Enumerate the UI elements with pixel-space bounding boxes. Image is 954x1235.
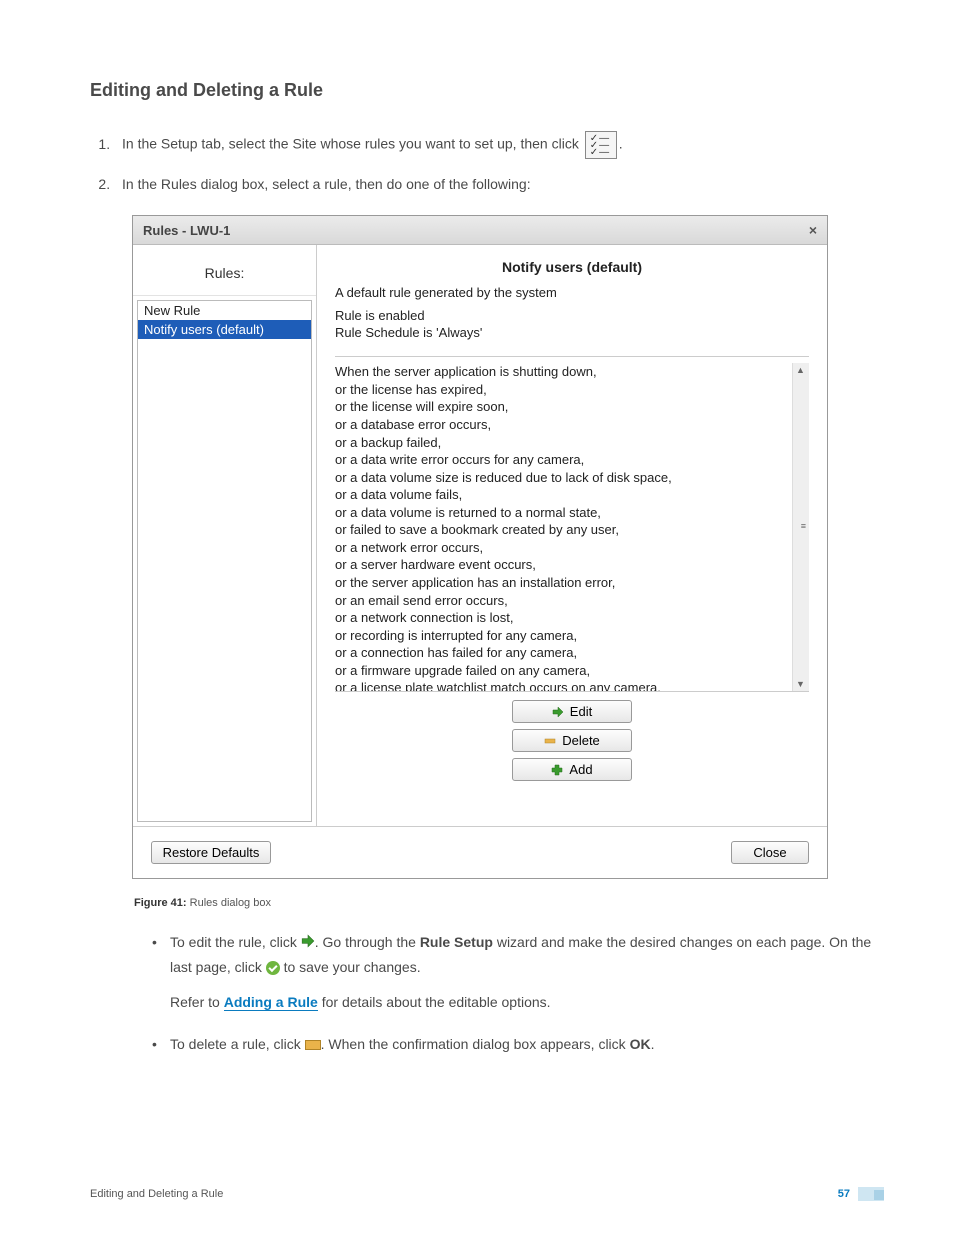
bullet-refer-b: for details about the editable options. [318,994,551,1010]
condition-line: or a network connection is lost, [335,609,786,627]
ok-term: OK [630,1036,651,1052]
section-heading: Editing and Deleting a Rule [90,80,884,101]
condition-line: or a data write error occurs for any cam… [335,451,786,469]
adding-a-rule-link[interactable]: Adding a Rule [224,994,318,1011]
condition-line: or a data volume fails, [335,486,786,504]
figure-caption: Figure 41: Rules dialog box [134,897,884,909]
rules-left-pane: Rules: New Rule Notify users (default) [133,245,317,826]
step-1-text-after: . [619,136,623,152]
restore-defaults-button[interactable]: Restore Defaults [151,841,271,864]
step-1: In the Setup tab, select the Site whose … [114,131,884,159]
rule-enabled: Rule is enabled [335,308,809,323]
condition-line: or an email send error occurs, [335,592,786,610]
bullet-delete-c: . [651,1036,655,1052]
edit-button-label: Edit [570,704,592,719]
plus-icon [551,764,563,776]
conditions-text: When the server application is shutting … [335,363,792,691]
footer-title: Editing and Deleting a Rule [90,1188,223,1200]
condition-line: or recording is interrupted for any came… [335,627,786,645]
scrollbar[interactable]: ▲ ≡ ▼ [792,363,809,691]
rule-schedule: Rule Schedule is 'Always' [335,325,809,340]
condition-line: or a data volume is returned to a normal… [335,504,786,522]
condition-line: or a network error occurs, [335,539,786,557]
add-button[interactable]: Add [512,758,632,781]
checklist-icon: ✓—✓—✓— [585,131,617,159]
rule-item-new-rule[interactable]: New Rule [138,301,311,320]
bullet-refer-a: Refer to [170,994,224,1010]
condition-line: or the license has expired, [335,381,786,399]
rule-list[interactable]: New Rule Notify users (default) [137,300,312,822]
rules-label: Rules: [133,245,316,296]
rule-title: Notify users (default) [335,259,809,275]
page-footer: Editing and Deleting a Rule 57 [90,1187,884,1201]
rule-item-notify-users[interactable]: Notify users (default) [138,320,311,339]
scroll-up-icon[interactable]: ▲ [796,365,805,375]
step-1-text-before: In the Setup tab, select the Site whose … [122,136,583,152]
bullet-delete-a: To delete a rule, click [170,1036,305,1052]
condition-line: or the server application has an install… [335,574,786,592]
check-circle-icon [266,961,280,975]
bullet-edit-d: to save your changes. [280,959,421,975]
dialog-footer: Restore Defaults Close [133,826,827,878]
rules-dialog: Rules - LWU-1 × Rules: New Rule Notify u… [132,215,828,879]
close-button[interactable]: Close [731,841,809,864]
minus-icon [305,1040,321,1050]
condition-line: or a license plate watchlist match occur… [335,679,786,691]
rules-right-pane: Notify users (default) A default rule ge… [317,245,827,826]
condition-line: or failed to save a bookmark created by … [335,521,786,539]
scroll-down-icon[interactable]: ▼ [796,679,805,689]
arrow-right-icon [552,706,564,718]
delete-button-label: Delete [562,733,600,748]
step-2: In the Rules dialog box, select a rule, … [114,173,884,195]
bullet-edit-a: To edit the rule, click [170,934,301,950]
bullet-delete: To delete a rule, click . When the confi… [152,1033,884,1057]
add-button-label: Add [569,762,592,777]
arrow-right-icon [301,932,315,956]
scroll-thumb-icon[interactable]: ≡ [801,521,806,531]
rule-description: A default rule generated by the system [335,285,809,300]
rule-setup-term: Rule Setup [420,934,493,950]
condition-line: or the license will expire soon, [335,398,786,416]
condition-line: or a firmware upgrade failed on any came… [335,662,786,680]
condition-line: or a data volume size is reduced due to … [335,469,786,487]
condition-line: When the server application is shutting … [335,363,786,381]
page-number: 57 [838,1187,884,1201]
condition-line: or a backup failed, [335,434,786,452]
dialog-titlebar: Rules - LWU-1 × [133,216,827,245]
dialog-title: Rules - LWU-1 [143,223,230,238]
figure-label: Figure 41: [134,897,187,909]
edit-button[interactable]: Edit [512,700,632,723]
conditions-panel: When the server application is shutting … [335,356,809,692]
steps-list: In the Setup tab, select the Site whose … [114,131,884,195]
page-number-value: 57 [838,1188,850,1200]
page-number-decoration-icon [858,1187,884,1201]
action-button-stack: Edit Delete Add [335,700,809,781]
bullet-edit: To edit the rule, click . Go through the… [152,931,884,1015]
bullet-delete-b: . When the confirmation dialog box appea… [321,1036,630,1052]
sub-bullets: To edit the rule, click . Go through the… [152,931,884,1057]
condition-line: or a database error occurs, [335,416,786,434]
delete-button[interactable]: Delete [512,729,632,752]
minus-icon [544,735,556,747]
bullet-edit-b: . Go through the [315,934,420,950]
close-icon[interactable]: × [809,222,817,238]
condition-line: or a server hardware event occurs, [335,556,786,574]
condition-line: or a connection has failed for any camer… [335,644,786,662]
figure-text: Rules dialog box [190,897,271,909]
